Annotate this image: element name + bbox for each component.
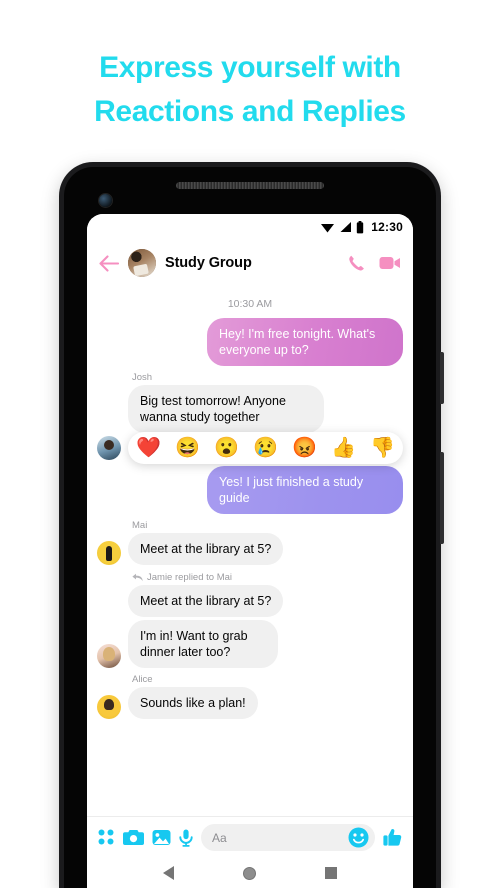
chat-title: Study Group — [165, 255, 252, 271]
front-camera-icon — [99, 194, 112, 207]
phone-call-icon[interactable] — [347, 254, 366, 273]
thumbs-up-send-icon[interactable] — [383, 828, 402, 847]
message-bubble[interactable]: Yes! I just finished a study guide — [207, 466, 403, 514]
emoji-icon[interactable] — [348, 827, 369, 848]
avatar-placeholder — [97, 409, 121, 433]
message-bubble[interactable]: Sounds like a plan! — [128, 687, 258, 719]
quoted-message-bubble[interactable]: Meet at the library at 5? — [128, 585, 284, 617]
angry-reaction-icon[interactable]: 😡 — [292, 437, 317, 459]
video-call-icon[interactable] — [379, 255, 401, 271]
message-bubble[interactable]: I'm in! Want to grab dinner later too? — [128, 620, 278, 668]
chat-header: Study Group — [87, 240, 413, 286]
avatar-alice[interactable] — [97, 695, 121, 719]
message-row-incoming: I'm in! Want to grab dinner later too? — [97, 620, 403, 668]
message-bubble[interactable]: Hey! I'm free tonight. What's everyone u… — [207, 318, 403, 366]
phone-screen: 12:30 Study Group 10:30 AM Hey! I'm free… — [87, 214, 413, 888]
reaction-picker[interactable]: ❤️ 😆 😮 😢 😡 👍 👎 — [97, 432, 403, 464]
message-input-placeholder: Aa — [212, 830, 227, 845]
message-row-outgoing: Hey! I'm free tonight. What's everyone u… — [97, 318, 403, 366]
headline-line-1: Express yourself with — [99, 51, 401, 84]
android-back-button[interactable] — [163, 866, 175, 880]
avatar-mai[interactable] — [97, 541, 121, 565]
status-time: 12:30 — [371, 220, 403, 234]
thumbs-down-reaction-icon[interactable]: 👎 — [370, 437, 395, 459]
group-avatar[interactable] — [128, 249, 156, 277]
back-arrow-icon[interactable] — [99, 254, 119, 272]
avatar-josh[interactable] — [97, 436, 121, 460]
message-input-pill[interactable]: Aa — [201, 824, 375, 851]
wow-reaction-icon[interactable]: 😮 — [214, 437, 239, 459]
message-list[interactable]: 10:30 AM Hey! I'm free tonight. What's e… — [87, 286, 413, 816]
laugh-reaction-icon[interactable]: 😆 — [175, 437, 200, 459]
reply-indicator-text: Jamie replied to Mai — [147, 572, 233, 583]
volume-button[interactable] — [440, 452, 444, 544]
reply-arrow-icon — [132, 573, 143, 582]
sad-reaction-icon[interactable]: 😢 — [253, 437, 278, 459]
message-row-incoming: Big test tomorrow! Anyone wanna study to… — [97, 385, 403, 433]
sender-name-mai: Mai — [132, 520, 148, 531]
app-grid-icon[interactable] — [98, 829, 115, 846]
sender-name-alice: Alice — [132, 674, 153, 685]
headline-line-2: Reactions and Replies — [94, 95, 406, 128]
wifi-icon — [321, 224, 335, 233]
sender-name-josh: Josh — [132, 372, 153, 383]
avatar-jamie[interactable] — [97, 644, 121, 668]
message-bubble[interactable]: Meet at the library at 5? — [128, 533, 284, 565]
message-composer: Aa — [87, 816, 413, 858]
message-row-outgoing: Yes! I just finished a study guide — [97, 466, 403, 514]
message-row-incoming: Meet at the library at 5? — [97, 533, 403, 565]
android-home-button[interactable] — [242, 866, 256, 880]
earpiece-speaker — [176, 182, 324, 189]
page-headline: Express yourself with Reactions and Repl… — [0, 46, 500, 134]
message-row-quoted: Meet at the library at 5? — [97, 585, 403, 617]
camera-icon[interactable] — [123, 829, 144, 846]
message-row-incoming: Sounds like a plan! — [97, 687, 403, 719]
gallery-icon[interactable] — [152, 829, 171, 846]
status-bar: 12:30 — [87, 214, 413, 240]
conversation-timestamp: 10:30 AM — [227, 298, 273, 310]
reply-indicator: Jamie replied to Mai — [132, 572, 403, 583]
reaction-bar[interactable]: ❤️ 😆 😮 😢 😡 👍 👎 — [128, 432, 403, 464]
power-button[interactable] — [440, 352, 444, 404]
thumbs-up-reaction-icon[interactable]: 👍 — [331, 437, 356, 459]
cellular-signal-icon — [340, 222, 352, 232]
android-recents-button[interactable] — [324, 867, 337, 879]
message-bubble[interactable]: Big test tomorrow! Anyone wanna study to… — [128, 385, 324, 433]
battery-icon — [357, 220, 364, 233]
heart-reaction-icon[interactable]: ❤️ — [136, 437, 161, 459]
phone-mockup: 12:30 Study Group 10:30 AM Hey! I'm free… — [59, 162, 444, 888]
avatar-placeholder — [97, 593, 121, 617]
android-nav-bar — [87, 858, 413, 888]
microphone-icon[interactable] — [179, 829, 193, 847]
